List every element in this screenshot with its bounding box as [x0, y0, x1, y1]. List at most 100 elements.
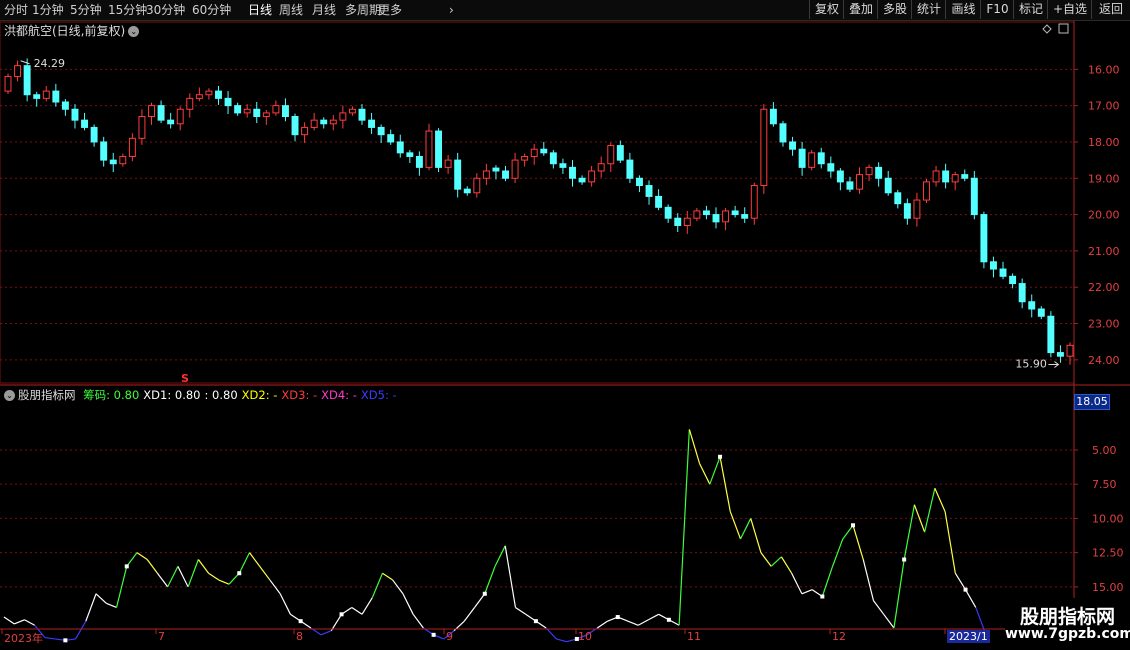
- candle: [243, 108, 251, 114]
- candle: [253, 108, 261, 118]
- current-value-badge: 18.05: [1074, 394, 1110, 410]
- indicator-segment: [474, 593, 486, 608]
- y-tick-label: 22.00: [1088, 281, 1120, 294]
- indicator-segment: [637, 619, 649, 626]
- candle: [100, 141, 108, 161]
- indicator-segment: [944, 511, 956, 574]
- candle: [989, 261, 997, 270]
- date-label: 12: [832, 630, 846, 643]
- window-icon[interactable]: [1058, 23, 1069, 34]
- candle: [1009, 275, 1017, 285]
- low-arrow: [1048, 361, 1060, 368]
- indicator-y-tick-label: 5.00: [1092, 444, 1117, 457]
- indicator-segment: [770, 556, 782, 567]
- candle: [502, 170, 509, 179]
- candle: [769, 108, 777, 125]
- indicator-segment: [494, 545, 506, 567]
- indicator-signal-dot: [666, 617, 671, 622]
- y-tick-label: 17.00: [1088, 100, 1120, 113]
- candle: [291, 116, 299, 136]
- indicator-segment: [801, 589, 813, 595]
- indicator-field-value: -: [349, 388, 357, 402]
- indicator-segment: [402, 593, 414, 615]
- indicator-segment: [24, 619, 35, 626]
- indicator-segment: [484, 566, 496, 594]
- y-tick-label: 24.00: [1088, 354, 1120, 367]
- candle: [779, 123, 787, 143]
- indicator-segment: [821, 566, 834, 597]
- y-tick-label: 18.00: [1088, 136, 1120, 149]
- indicator-segment: [146, 559, 158, 574]
- candle: [702, 210, 710, 216]
- indicator-segment: [739, 518, 752, 540]
- indicator-segment: [361, 597, 373, 615]
- candle: [683, 217, 691, 226]
- indicator-signal-dot: [851, 523, 856, 528]
- indicator-segment: [862, 559, 875, 601]
- indicator-segment: [126, 552, 138, 567]
- indicator-segment: [893, 559, 905, 629]
- y-tick-label: 23.00: [1088, 318, 1120, 331]
- candle: [406, 152, 414, 157]
- candle: [215, 90, 222, 99]
- candle: [109, 159, 117, 165]
- candle: [626, 159, 634, 179]
- indicator-name: 股朋指标网: [18, 388, 76, 402]
- diamond-icon[interactable]: [1042, 24, 1052, 34]
- candle: [176, 108, 184, 125]
- candle: [368, 119, 376, 128]
- indicator-segment: [371, 572, 384, 599]
- candle: [923, 181, 930, 201]
- candle: [157, 105, 165, 121]
- candle: [148, 105, 155, 118]
- main-chart-frame: [0, 21, 1075, 384]
- indicator-signal-dot: [718, 454, 723, 459]
- indicator-segment: [965, 589, 977, 608]
- candle: [970, 177, 978, 216]
- indicator-segment: [249, 552, 261, 567]
- candle: [664, 206, 672, 219]
- indicator-signal-dot: [339, 612, 344, 617]
- indicator-segment: [95, 593, 107, 604]
- indicator-segment: [187, 559, 199, 588]
- candle: [339, 112, 347, 121]
- indicator-segment: [106, 602, 117, 609]
- candle: [348, 108, 356, 114]
- indicator-segment: [351, 606, 363, 615]
- indicator-segment: [688, 429, 701, 464]
- date-label: 2023/1: [947, 630, 990, 643]
- candle: [492, 167, 500, 172]
- candle: [23, 65, 31, 96]
- chevron-down-icon[interactable]: ⌄: [4, 390, 15, 401]
- indicator-segment: [729, 511, 742, 540]
- indicator-segment: [760, 552, 772, 567]
- candle: [435, 130, 443, 168]
- indicator-segment: [842, 524, 854, 540]
- candle: [128, 137, 136, 157]
- candle: [961, 174, 969, 179]
- indicator-segment: [238, 552, 251, 574]
- indicator-field: XD1: 0.80: [143, 388, 200, 402]
- candle: [320, 119, 328, 125]
- indicator-signal-dot: [902, 557, 907, 562]
- indicator-segment: [791, 572, 803, 595]
- candle: [272, 105, 280, 114]
- candle: [578, 177, 586, 183]
- indicator-signal-dot: [963, 587, 968, 592]
- candle: [1037, 308, 1045, 317]
- candle: [71, 108, 79, 121]
- candle: [750, 185, 758, 219]
- candle: [808, 152, 816, 168]
- candle: [195, 94, 203, 99]
- candle: [827, 163, 835, 172]
- candle: [951, 174, 959, 183]
- candle: [281, 105, 289, 118]
- indicator-segment: [197, 559, 210, 574]
- indicator-segment: [412, 613, 424, 629]
- indicator-field: XD5: -: [361, 388, 397, 402]
- indicator-field-value: -: [388, 388, 397, 402]
- candle: [903, 203, 911, 219]
- indicator-segment: [259, 566, 271, 581]
- candle: [588, 170, 596, 183]
- candle: [1028, 301, 1036, 310]
